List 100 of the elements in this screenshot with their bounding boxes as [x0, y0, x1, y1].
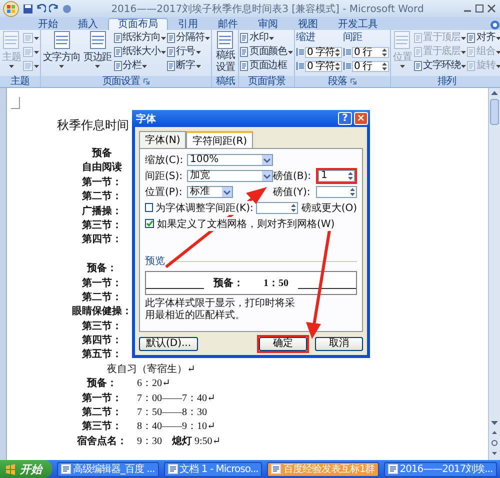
spin-arrows-icon[interactable] [382, 62, 388, 70]
dialog-launcher-icon[interactable] [142, 78, 150, 85]
spin-arrows-icon[interactable] [382, 48, 388, 56]
dialog-launcher-icon[interactable] [350, 78, 357, 85]
help-button[interactable]: ? [338, 112, 352, 125]
ribbon-button[interactable]: 对齐 [467, 31, 500, 45]
ribbon-button[interactable]: 页面边框 [240, 59, 294, 73]
spin-arrows-icon[interactable] [335, 62, 340, 70]
spin-arrows-icon[interactable] [347, 170, 354, 180]
spinner-field[interactable]: 1 [318, 170, 355, 182]
spinner-field[interactable]: 0 字符 [305, 60, 342, 72]
ribbon-button[interactable]: 稿纸设置 [213, 31, 238, 75]
page-icon [240, 33, 248, 43]
spinner-field[interactable]: 0 字符 [305, 46, 342, 58]
dialog-button[interactable]: 默认(D)... [139, 337, 198, 351]
ribbon-tab[interactable]: 审阅 [248, 18, 288, 30]
dialog-title: 字体 [136, 112, 157, 126]
dialog-button[interactable]: 确定 [259, 337, 307, 351]
ribbon-button[interactable]: 页面颜色 [240, 45, 294, 59]
page-icon [167, 61, 176, 71]
checkbox-label: 如果定义了文档网格，则对齐到网格(W) [157, 216, 335, 230]
group-label: 排列 [437, 76, 456, 87]
maximize-icon[interactable] [475, 4, 484, 13]
page-icon [240, 61, 248, 71]
ribbon-tab[interactable]: 开发工具 [328, 18, 388, 30]
spinner-field[interactable] [256, 202, 298, 214]
page-icon [22, 47, 33, 57]
group-label: 页面设置 [102, 76, 140, 87]
schedule-label: 第一节： [81, 276, 123, 291]
field-label: 间距(S): [145, 170, 184, 182]
preview-note: 此字体样式限于显示，打印时将采用最相近的匹配样式。 [145, 298, 296, 322]
document-title: 秋季作息时间 [57, 117, 129, 133]
dialog-tab[interactable]: 字体(N) [139, 131, 186, 148]
ribbon-tab[interactable]: 引用 [168, 18, 208, 30]
page-icon [217, 31, 234, 49]
spin-arrows-icon[interactable] [290, 202, 298, 212]
redo-icon[interactable] [49, 4, 59, 14]
page-icon [467, 33, 476, 43]
preview-text: 预备： 1：50 [214, 276, 288, 290]
ribbon-button[interactable]: 分隔符 [167, 31, 210, 45]
document-icon [61, 464, 71, 474]
ribbon-button[interactable]: 分栏 [114, 59, 166, 73]
section-label: 预览 [145, 255, 165, 268]
scroll-thumb[interactable] [490, 99, 499, 125]
close-icon[interactable] [487, 4, 496, 13]
dropdown-field[interactable]: 标准 [187, 186, 233, 198]
ribbon-tab[interactable]: 插入 [68, 18, 108, 30]
field-label: 缩放(C): [145, 154, 184, 166]
section-heading: 夜自习（寄宿生）↵ [106, 362, 196, 377]
office-button[interactable] [2, 0, 20, 16]
ribbon-tab[interactable]: 页面布局 [108, 18, 168, 30]
dropdown-arrow-icon[interactable] [222, 186, 232, 196]
dropdown-arrow-icon[interactable] [262, 154, 272, 164]
group-label: 主题 [10, 76, 30, 87]
taskbar-button[interactable]: 文档 1 - Microso... [164, 462, 262, 476]
schedule-label: 第一节： [81, 392, 123, 406]
ribbon-button[interactable]: 纸张大小 [114, 45, 166, 59]
group-subheading: 缩进 [296, 31, 316, 45]
dialog-tab[interactable]: 字符间距(R) [186, 131, 254, 149]
field-label: 磅值(Y): [273, 186, 312, 198]
schedule-label: 第四节： [81, 334, 123, 348]
field-label: 磅值(B): [273, 170, 312, 182]
ribbon-button[interactable]: 水印 [240, 31, 294, 45]
save-icon[interactable] [23, 4, 33, 14]
ribbon-tab[interactable]: 视图 [288, 18, 328, 30]
undo-icon[interactable] [36, 4, 46, 14]
scroll-down-button[interactable] [490, 419, 499, 427]
help-icon[interactable] [490, 20, 500, 30]
ribbon-button[interactable]: 文字环绕 [414, 59, 466, 73]
previous-page-button[interactable] [490, 429, 499, 437]
spin-arrows-icon[interactable] [335, 48, 340, 56]
ribbon-button[interactable]: 纸张方向 [114, 31, 166, 45]
schedule-label: 预备： [86, 377, 118, 392]
taskbar-button[interactable]: 2016——2017刘埃... [384, 462, 497, 476]
browse-object-button[interactable] [490, 439, 499, 447]
schedule-label: 第三节： [81, 320, 123, 334]
spin-arrows-icon[interactable] [349, 186, 356, 196]
ribbon-tab[interactable]: 邮件 [208, 18, 248, 30]
schedule-label: 第二节： [81, 406, 123, 420]
ribbon-button[interactable]: 断字 [167, 59, 210, 73]
ribbon-button[interactable]: 行号 [167, 45, 210, 59]
ribbon-button[interactable]: 页边距 [82, 31, 113, 75]
checkbox[interactable] [145, 219, 154, 228]
checkbox[interactable] [145, 203, 153, 212]
ribbon-button[interactable]: 文字方向 [42, 31, 82, 75]
spinner-field[interactable]: 0 行 [352, 46, 390, 58]
dropdown-field[interactable]: 100% [187, 154, 273, 166]
indent-icon [343, 47, 352, 57]
spinner-field[interactable]: 0 行 [352, 60, 390, 72]
page-icon [414, 61, 422, 71]
close-button[interactable]: × [354, 112, 368, 125]
dropdown-field[interactable]: 加宽 [187, 170, 273, 182]
dropdown-arrow-icon[interactable] [262, 170, 272, 180]
dialog-button[interactable]: 取消 [315, 337, 363, 351]
ribbon-tab[interactable]: 开始 [28, 18, 68, 30]
next-page-button[interactable] [490, 449, 499, 457]
schedule-label: 宿舍点名： [76, 434, 128, 449]
taskbar-button[interactable]: 高级编辑器_百度 ... [57, 462, 159, 476]
group-label: 稿纸 [216, 76, 235, 87]
spinner-field[interactable] [316, 186, 357, 198]
